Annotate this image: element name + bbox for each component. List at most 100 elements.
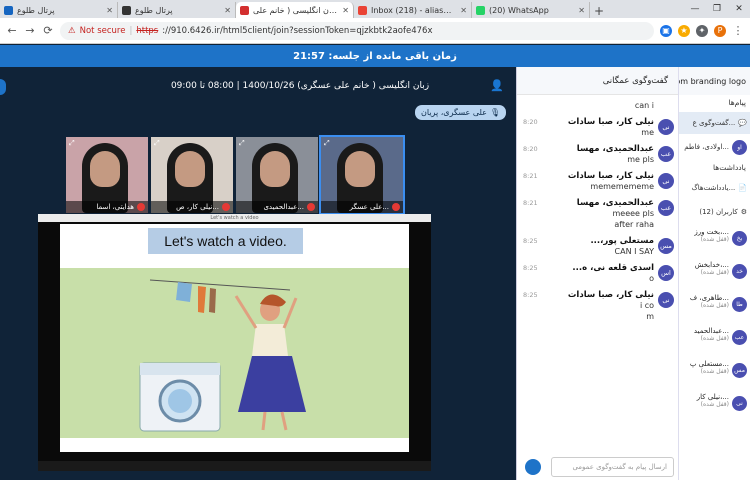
- webcam-tile-active[interactable]: ⤢ علی عسگر...: [319, 135, 405, 215]
- address-bar: ← → ⟳ ⚠ Not secure | https://910.6426.ir…: [0, 18, 750, 44]
- reload-button[interactable]: ⟳: [42, 24, 54, 37]
- user-status: (قفل شده): [700, 269, 729, 276]
- browser-tab[interactable]: (20) WhatsApp ✕: [472, 2, 590, 18]
- webcam-label: علی عسگر...: [321, 201, 403, 213]
- browser-tab-bar: پرتال طلوع ✕ پرتال طلوع ✕ طلوع - زبان انگل…: [0, 0, 750, 18]
- chat-time: 8:25: [523, 264, 538, 272]
- webcam-tile[interactable]: ⤢ نیلی کار، ص...: [151, 137, 233, 213]
- maximize-button[interactable]: ❐: [706, 0, 728, 18]
- user-list-item[interactable]: بخت ورز،... (قفل شده) بخ: [679, 225, 750, 258]
- slide-illustration: [60, 268, 409, 438]
- player-controls[interactable]: [38, 461, 431, 471]
- presentation-area[interactable]: Let's watch a video Let's watch a video.: [38, 214, 431, 471]
- url-input[interactable]: ⚠ Not secure | https://910.6426.ir/html5…: [60, 21, 654, 40]
- back-button[interactable]: ←: [6, 24, 18, 37]
- user-list-item[interactable]: خدابخش،... (قفل شده) خد: [679, 258, 750, 291]
- chat-input[interactable]: ارسال پیام به گفت‌وگوی عمومی: [551, 457, 674, 477]
- close-icon[interactable]: ✕: [342, 6, 349, 15]
- avatar: مس: [658, 238, 674, 254]
- private-chat-item[interactable]: اولادی، فاطم... او: [679, 136, 750, 158]
- chat-sender: مستعلی پور،...: [590, 236, 654, 246]
- chat-message-text: o: [649, 274, 654, 283]
- session-info: زبان انگلیسی ( خانم علی عسگری) 1400/10/2…: [170, 81, 430, 91]
- avatar: نی: [658, 292, 674, 308]
- chat-message-text: CAN I SAY: [614, 247, 654, 256]
- browser-tab[interactable]: پرتال طلوع ✕: [0, 2, 118, 18]
- mic-muted-icon: [392, 203, 400, 211]
- avatar: نی: [658, 173, 674, 189]
- branding-logo: custom branding logo: [679, 67, 750, 95]
- avatar: طا: [732, 297, 747, 312]
- browser-tab[interactable]: پرتال طلوع ✕: [118, 2, 236, 18]
- bookmark-star-icon[interactable]: ★: [678, 24, 690, 37]
- close-icon[interactable]: ✕: [460, 6, 467, 15]
- browser-tab-active[interactable]: طلوع - زبان انگلیسی ( خانم علی ✕: [236, 2, 354, 18]
- chat-time: 8:25: [523, 291, 538, 299]
- chat-message-list[interactable]: can i نی نیلی کار، صبا سادات 8:20 me عب ع…: [517, 97, 678, 454]
- user-name: عبدالحمید...: [693, 327, 729, 335]
- gmail-favicon-icon: [358, 5, 367, 15]
- warning-icon[interactable]: ⚠: [68, 26, 76, 36]
- mic-muted-icon: [222, 203, 230, 211]
- close-window-button[interactable]: ✕: [728, 0, 750, 18]
- expand-icon[interactable]: ⤢: [324, 139, 330, 148]
- browser-menu-icon[interactable]: ⋮: [732, 24, 744, 37]
- webcam-label: هدایتی، اسما: [66, 201, 148, 213]
- shared-notes-item[interactable]: یادداشت‌هاگ... 📄: [679, 177, 750, 199]
- users-count: کاربران (12): [699, 208, 738, 216]
- toggle-panel-handle[interactable]: [0, 79, 6, 95]
- slide-title: Let's watch a video.: [148, 228, 303, 254]
- shared-notes-label: یادداشت‌هاگ...: [691, 184, 736, 192]
- notes-icon: 📄: [738, 184, 747, 192]
- avatar: نی: [732, 396, 747, 411]
- user-list-item[interactable]: عبدالحمید... (قفل شده) عب: [679, 324, 750, 357]
- tab-title: Inbox (218) - aliasgaripariani@: [371, 5, 457, 15]
- expand-icon[interactable]: ⤢: [239, 139, 245, 148]
- public-chat-item[interactable]: گفت‌وگوی ع... 💬: [679, 112, 750, 134]
- user-sidebar: custom branding logo پیام‌ها گفت‌وگوی ع.…: [678, 67, 750, 480]
- user-status: (قفل شده): [700, 302, 729, 309]
- mic-muted-icon: [307, 203, 315, 211]
- extension-icon[interactable]: ▣: [660, 24, 672, 37]
- chat-sender: نیلی کار، صبا سادات: [567, 171, 654, 181]
- session-timer: زمان باقی مانده از جلسه: 21:57: [0, 45, 750, 67]
- webcam-tile[interactable]: ⤢ عبدالحمیدی...: [236, 137, 318, 213]
- presenter-name: علی عسگری، پریان: [421, 108, 487, 117]
- minimize-button[interactable]: —: [684, 0, 706, 18]
- user-list-item[interactable]: طاهری، ف... (قفل شده) طا: [679, 291, 750, 324]
- chat-message-text: mememememe: [590, 182, 654, 191]
- users-icon[interactable]: 👤: [490, 79, 504, 92]
- extensions-puzzle-icon[interactable]: ✦: [696, 24, 708, 37]
- close-icon[interactable]: ✕: [224, 6, 231, 15]
- chat-message-text: me: [641, 128, 654, 137]
- close-icon[interactable]: ✕: [106, 6, 113, 15]
- browser-tab[interactable]: Inbox (218) - aliasgaripariani@✕: [354, 2, 472, 18]
- chat-time: 8:20: [523, 145, 538, 153]
- profile-avatar[interactable]: P: [714, 24, 726, 37]
- expand-icon[interactable]: ⤢: [69, 139, 75, 148]
- chat-message: نی نیلی کار، صبا سادات 8:25 i co m: [517, 287, 678, 325]
- chat-sender: عبدالحمیدی، مهسا: [576, 198, 654, 208]
- user-name: بخت ورز،...: [694, 228, 729, 236]
- chat-bubble-icon: 💬: [738, 119, 747, 127]
- webcam-name: عبدالحمیدی...: [263, 203, 304, 211]
- user-list-item[interactable]: نیلی کار،... (قفل شده) نی: [679, 390, 750, 423]
- webcam-tile[interactable]: ⤢ هدایتی، اسما: [66, 137, 148, 213]
- webcam-tiles: ⤢ هدایتی، اسما ⤢ نیلی کار، ص... ⤢ عبدالح…: [66, 135, 405, 215]
- user-status: (قفل شده): [700, 335, 729, 342]
- presenter-badge[interactable]: علی عسگری، پریان 🎙: [415, 105, 507, 120]
- user-status: (قفل شده): [700, 236, 729, 243]
- avatar: مس: [732, 363, 747, 378]
- not-secure-label[interactable]: Not secure: [80, 26, 126, 36]
- avatar: عب: [658, 146, 674, 162]
- user-list-item[interactable]: مستعلی پ... (قفل شده) مس: [679, 357, 750, 390]
- gear-icon[interactable]: ⚙: [741, 208, 747, 216]
- chat-message-text: meeee pls after raha: [612, 209, 655, 229]
- forward-button[interactable]: →: [24, 24, 36, 37]
- close-icon[interactable]: ✕: [578, 6, 585, 15]
- send-button[interactable]: [525, 459, 541, 475]
- participant-face: [175, 151, 205, 187]
- expand-icon[interactable]: ⤢: [154, 139, 160, 148]
- tab-title: (20) WhatsApp: [489, 5, 549, 15]
- new-tab-button[interactable]: +: [590, 4, 608, 18]
